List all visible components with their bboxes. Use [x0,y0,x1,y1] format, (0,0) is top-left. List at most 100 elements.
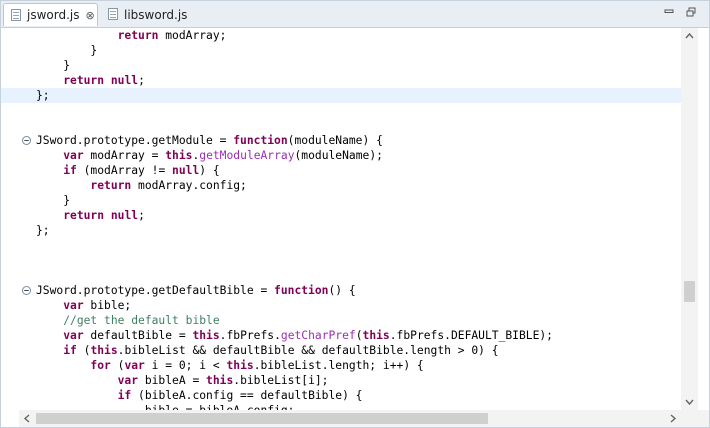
code-line[interactable]: var modArray = this.getModuleArray(modul… [1,148,681,163]
fold-collapse-icon[interactable] [22,136,31,145]
tab-jsword-js[interactable]: jsword.js ⊗ [3,3,98,26]
code-line[interactable] [1,103,681,118]
code-text: return modArray; [36,28,227,43]
keyword-token: function [233,134,288,147]
code-line[interactable]: } [1,43,681,58]
code-editor[interactable]: return modArray; } } return null;}; JSwor… [1,28,709,410]
code-line[interactable]: return null; [1,73,681,88]
code-text: if (this.bibleList && defaultBible && de… [36,343,498,358]
code-token: }; [36,224,50,237]
keyword-token: if [63,344,77,357]
code-token: ( [110,359,125,372]
code-token: .bibleList[i]; [233,374,329,387]
keyword-token: null [172,164,200,177]
code-line[interactable]: var bibleA = this.bibleList[i]; [1,373,681,388]
code-text: var bibleA = this.bibleList[i]; [36,373,329,388]
code-token: .fbPrefs.DEFAULT_BIBLE); [389,329,553,342]
code-token: .bibleList.length; i++) { [253,359,424,372]
js-file-icon [107,8,120,21]
code-token: bibleA = [138,374,207,387]
keyword-token: var [63,329,84,342]
close-icon[interactable]: ⊗ [85,9,94,22]
code-token: ; [138,209,145,222]
keyword-token: for [90,359,111,372]
horizontal-scrollbar[interactable] [19,410,699,427]
horizontal-scroll-thumb[interactable] [36,413,489,424]
code-token: JSword.prototype.getModule = [36,134,234,147]
code-text: var modArray = this.getModuleArray(modul… [36,148,383,163]
keyword-token: var [124,359,145,372]
code-line[interactable]: JSword.prototype.getDefaultBible = funct… [1,283,681,298]
keyword-token: this [192,329,220,342]
code-lines[interactable]: return modArray; } } return null;}; JSwor… [1,28,681,410]
code-token: ( [76,344,91,357]
fold-collapse-icon[interactable] [22,286,31,295]
code-token: .fbPrefs. [219,329,281,342]
code-editor-window: jsword.js ⊗ libsword.js return modArray;… [0,0,710,428]
keyword-token: var [117,374,139,387]
code-token: (bibleA.config == defaultBible) { [131,389,363,402]
method-token: getModuleArray [199,149,295,162]
code-line[interactable] [1,268,681,283]
code-text: }; [36,223,50,238]
code-line[interactable]: JSword.prototype.getModule = function(mo… [1,133,681,148]
code-token: ; [138,74,145,87]
code-line[interactable] [1,118,681,133]
code-text: } [36,193,70,208]
arrow-down-icon[interactable] [681,394,698,410]
code-line[interactable]: if (this.bibleList && defaultBible && de… [1,343,681,358]
code-token: } [36,44,98,57]
code-line[interactable]: }; [1,88,681,103]
code-text: }; [36,88,50,103]
code-text: JSword.prototype.getDefaultBible = funct… [36,283,356,298]
code-line[interactable]: return modArray.config; [1,178,681,193]
code-line[interactable]: if (modArray != null) { [1,163,681,178]
code-text: return null; [36,208,145,223]
code-line[interactable]: return modArray; [1,28,681,43]
code-line[interactable]: return null; [1,208,681,223]
code-line[interactable]: } [1,58,681,73]
code-token: (moduleName); [294,149,383,162]
keyword-token: return [63,209,105,222]
code-token: modArray.config; [131,179,247,192]
code-line[interactable]: var defaultBible = this.fbPrefs.getCharP… [1,328,681,343]
tab-libsword-js[interactable]: libsword.js [101,3,191,26]
code-token: modArray = [83,149,166,162]
keyword-token: this [90,344,118,357]
code-line[interactable]: for (var i = 0; i < this.bibleList.lengt… [1,358,681,373]
code-line[interactable] [1,238,681,253]
keyword-token: if [117,389,132,402]
code-text: JSword.prototype.getModule = function(mo… [36,133,383,148]
maximize-icon[interactable] [685,6,697,18]
vertical-scroll-thumb[interactable] [684,280,695,302]
arrow-left-icon[interactable] [19,410,36,426]
arrow-right-icon[interactable] [664,410,681,426]
code-text: var defaultBible = this.fbPrefs.getCharP… [36,328,553,343]
minimize-icon[interactable] [663,6,675,18]
code-token: } [36,194,71,207]
tab-label: libsword.js [124,7,188,22]
scrollbar-corner [681,410,709,427]
code-line[interactable]: } [1,193,681,208]
code-token: () { [328,284,356,297]
code-line[interactable]: bible = bibleA.config; [1,403,681,410]
keyword-token: function [274,284,329,297]
vertical-scrollbar[interactable] [681,28,698,410]
method-token: getCharPref [280,329,356,342]
code-token: i = 0; i < [144,359,227,372]
code-line[interactable] [1,253,681,268]
code-line[interactable]: var bible; [1,298,681,313]
code-line[interactable]: //get the default bible [1,313,681,328]
arrow-up-icon[interactable] [681,28,698,44]
code-line[interactable]: if (bibleA.config == defaultBible) { [1,388,681,403]
code-line[interactable]: }; [1,223,681,238]
keyword-token: return [90,179,132,192]
comment-token: //get the default bible [63,314,220,327]
code-token: modArray; [158,29,227,42]
